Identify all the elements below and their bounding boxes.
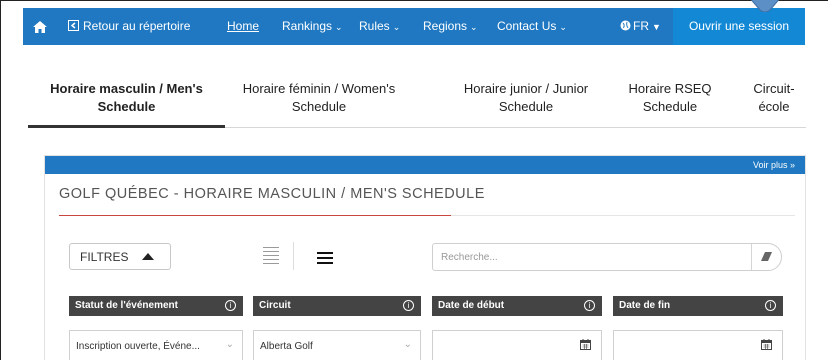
see-more-link[interactable]: Voir plus » — [753, 160, 795, 170]
pin-icon — [750, 0, 780, 12]
nav-rules-menu[interactable]: Rules ⌄ — [359, 8, 400, 45]
column-header-label: Date de fin — [619, 300, 671, 311]
chevron-down-icon: ⌄ — [470, 22, 478, 32]
tab-label-line2: Schedule — [498, 99, 554, 114]
nav-contact-menu[interactable]: Contact Us ⌄ — [497, 8, 567, 45]
status-select[interactable]: Inscription ouverte, Événe... ⌄ — [69, 330, 243, 360]
clear-search-button[interactable] — [751, 244, 781, 270]
info-icon[interactable]: i — [584, 300, 595, 311]
search-placeholder: Recherche... — [441, 252, 498, 263]
tab-rseq-schedule[interactable]: Horaire RSEQ Schedule — [620, 80, 720, 116]
tab-circuit-ecole[interactable]: Circuit- école — [742, 80, 806, 116]
compact-view-icon[interactable] — [317, 252, 333, 267]
tab-label-line2: Schedule — [642, 99, 698, 114]
nav-home-link[interactable]: Home — [227, 8, 259, 45]
calendar-icon[interactable] — [761, 339, 772, 350]
nav-rankings-menu[interactable]: Rankings ⌄ — [282, 8, 343, 45]
tab-label-line1: Horaire junior / Junior — [463, 81, 589, 96]
nav-regions-menu[interactable]: Regions ⌄ — [423, 8, 478, 45]
tab-label-line2: école — [758, 99, 790, 114]
language-label: FR — [633, 19, 649, 33]
circuit-select[interactable]: Alberta Golf ⌄ — [253, 330, 421, 360]
eraser-icon — [761, 252, 772, 261]
tab-label-line1: Horaire masculin / Men's — [50, 81, 203, 96]
view-toggle-divider — [293, 242, 294, 270]
chevron-down-icon: ⌄ — [335, 22, 343, 32]
caret-up-icon — [142, 253, 154, 260]
tab-womens-schedule[interactable]: Horaire féminin / Women's Schedule — [230, 80, 408, 116]
chevron-down-icon: ⌄ — [403, 339, 412, 350]
language-selector[interactable]: FR ▼ — [620, 8, 661, 45]
tab-label-line2: Schedule — [97, 99, 156, 114]
column-header-label: Statut de l'événement — [75, 300, 178, 311]
filters-toggle-button[interactable]: FILTRES — [69, 243, 171, 270]
column-header-label: Date de début — [438, 300, 505, 311]
calendar-icon[interactable] — [580, 339, 591, 350]
chevron-down-icon: ⌄ — [559, 22, 567, 32]
tab-label-line1: Horaire RSEQ — [628, 81, 712, 96]
chevron-down-icon: ⌄ — [392, 22, 401, 32]
globe-icon — [620, 20, 631, 31]
back-to-directory-label: Retour au répertoire — [83, 19, 191, 33]
column-header-end-date: Date de fin i — [613, 296, 783, 316]
top-navigation: Retour au répertoire Home Rankings ⌄ Rule… — [23, 8, 805, 45]
filters-label: FILTRES — [80, 250, 129, 264]
tab-label-line1: Horaire féminin / Women's — [242, 81, 396, 96]
caret-down-icon: ▼ — [652, 22, 661, 32]
nav-rules-label: Rules — [359, 19, 390, 33]
tab-mens-schedule[interactable]: Horaire masculin / Men's Schedule — [28, 80, 225, 116]
column-header-start-date: Date de début i — [432, 296, 602, 316]
column-header-status: Statut de l'événement i — [69, 296, 243, 316]
start-date-input[interactable] — [432, 330, 602, 360]
nav-rankings-label: Rankings — [282, 19, 333, 33]
search-input[interactable]: Recherche... — [432, 243, 782, 271]
active-tab-indicator — [28, 125, 225, 128]
column-header-circuit: Circuit i — [253, 296, 421, 316]
tab-label-line1: Circuit- — [753, 81, 795, 96]
home-icon[interactable] — [33, 8, 49, 45]
panel-title: GOLF QUÉBEC - HORAIRE MASCULIN / MEN'S S… — [59, 186, 485, 202]
title-divider — [451, 215, 795, 216]
nav-contact-label: Contact Us — [497, 19, 557, 33]
status-select-value: Inscription ouverte, Événe... — [76, 341, 200, 352]
circuit-select-value: Alberta Golf — [260, 341, 313, 352]
login-button[interactable]: Ouvrir une session — [673, 8, 805, 45]
title-accent-line — [59, 215, 451, 216]
panel-header-bar: Voir plus » — [45, 156, 805, 174]
back-box-icon — [68, 20, 79, 31]
info-icon[interactable]: i — [403, 300, 414, 311]
chevron-down-icon: ⌄ — [225, 339, 234, 350]
info-icon[interactable]: i — [765, 300, 776, 311]
end-date-input[interactable] — [613, 330, 783, 360]
column-header-label: Circuit — [259, 300, 291, 311]
back-to-directory-link[interactable]: Retour au répertoire — [68, 8, 190, 45]
schedule-panel: Voir plus » GOLF QUÉBEC - HORAIRE MASCUL… — [44, 155, 806, 360]
list-view-icon[interactable] — [263, 247, 279, 267]
nav-regions-label: Regions — [423, 19, 468, 33]
tab-label-line2: Schedule — [291, 99, 347, 114]
schedule-tabs: Horaire masculin / Men's Schedule Horair… — [28, 66, 806, 128]
tab-junior-schedule[interactable]: Horaire junior / Junior Schedule — [438, 80, 614, 116]
info-icon[interactable]: i — [225, 300, 236, 311]
